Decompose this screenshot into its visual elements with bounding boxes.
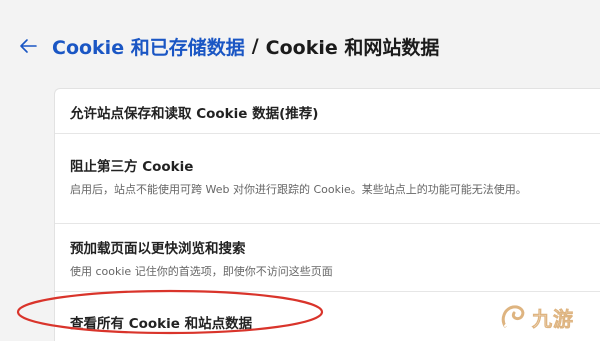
setting-title: 阻止第三方 Cookie	[70, 159, 194, 175]
page: Cookie 和已存储数据 / Cookie 和网站数据 允许站点保存和读取 C…	[0, 0, 600, 341]
page-title: Cookie 和网站数据	[265, 36, 440, 59]
watermark-logo: 九游	[498, 299, 588, 335]
setting-description: 使用 cookie 记住你的首选项，即使你不访问这些页面	[70, 265, 333, 278]
back-button[interactable]	[16, 26, 40, 66]
setting-block-third-party-cookies[interactable]: 阻止第三方 Cookie 启用后，站点不能使用可跨 Web 对你进行跟踪的 Co…	[55, 133, 600, 224]
setting-preload-pages[interactable]: 预加载页面以更快浏览和搜索 使用 cookie 记住你的首选项，即使你不访问这些…	[55, 223, 600, 292]
watermark-text: 九游	[532, 306, 574, 331]
setting-title: 预加载页面以更快浏览和搜索	[70, 241, 246, 257]
breadcrumb: Cookie 和已存储数据 / Cookie 和网站数据	[52, 26, 439, 66]
setting-allow-cookies[interactable]: 允许站点保存和读取 Cookie 数据(推荐)	[55, 89, 600, 133]
arrow-left-icon	[20, 39, 37, 53]
watermark-icon	[501, 305, 525, 328]
setting-title: 查看所有 Cookie 和站点数据	[70, 316, 253, 332]
breadcrumb-parent-link[interactable]: Cookie 和已存储数据	[52, 33, 245, 60]
setting-description: 启用后，站点不能使用可跨 Web 对你进行跟踪的 Cookie。某些站点上的功能…	[70, 183, 527, 196]
setting-title: 允许站点保存和读取 Cookie 数据(推荐)	[70, 106, 319, 122]
breadcrumb-separator: /	[251, 35, 259, 57]
